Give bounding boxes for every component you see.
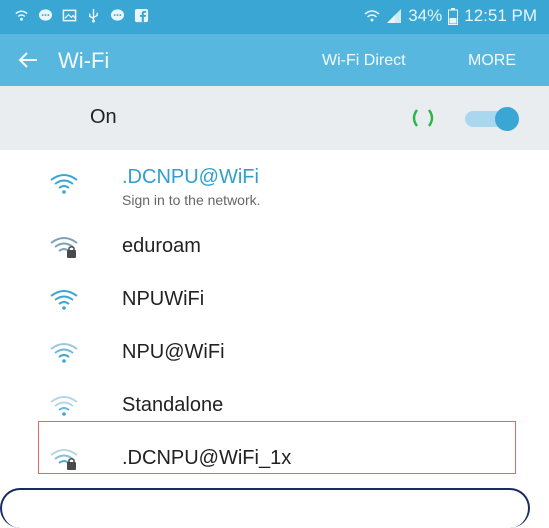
network-name: eduroam bbox=[122, 235, 201, 257]
status-bar: 34% 12:51 PM bbox=[0, 0, 549, 34]
wifi-settings-screen: 34% 12:51 PM Wi-Fi Wi-Fi Direct MORE On … bbox=[0, 0, 549, 528]
network-name: NPU@WiFi bbox=[122, 341, 225, 363]
wifi-signal-icon bbox=[50, 343, 78, 363]
network-item[interactable]: eduroam bbox=[0, 220, 549, 273]
wifi-signal-icon bbox=[50, 290, 78, 310]
back-arrow-icon[interactable] bbox=[16, 48, 40, 72]
clock: 12:51 PM bbox=[464, 6, 537, 25]
system-status: 34% 12:51 PM bbox=[364, 6, 537, 26]
gallery-icon bbox=[62, 9, 77, 22]
signal-icon bbox=[387, 9, 402, 23]
network-item[interactable]: .DCNPU@WiFi_1x bbox=[0, 432, 549, 485]
usb-icon bbox=[89, 8, 98, 23]
more-button[interactable]: MORE bbox=[468, 52, 516, 70]
page-title: Wi-Fi bbox=[58, 48, 110, 73]
toggle-label: On bbox=[90, 106, 117, 128]
network-item[interactable]: .DCNPU@WiFi Sign in to the network. bbox=[0, 150, 549, 220]
network-item[interactable]: NPUWiFi bbox=[0, 273, 549, 326]
network-name: NPUWiFi bbox=[122, 288, 205, 310]
wifi-lock-icon bbox=[50, 237, 78, 258]
network-name: .DCNPU@WiFi_1x bbox=[122, 447, 292, 469]
battery-percent: 34% bbox=[408, 6, 443, 25]
message-icon bbox=[38, 9, 53, 21]
facebook-icon bbox=[134, 8, 149, 23]
network-item[interactable]: Standalone bbox=[0, 379, 549, 432]
wifi-direct-button[interactable]: Wi-Fi Direct bbox=[322, 52, 406, 70]
battery-icon bbox=[448, 7, 459, 25]
message-icon bbox=[110, 9, 125, 21]
wifi-toggle-row[interactable]: On bbox=[0, 86, 549, 150]
wifi-lock-icon bbox=[50, 449, 78, 470]
wifi-status-icon bbox=[364, 10, 380, 22]
callout-border bbox=[0, 488, 530, 528]
wifi-switch[interactable] bbox=[465, 107, 523, 131]
wifi-signal-icon bbox=[50, 396, 78, 416]
app-bar: Wi-Fi Wi-Fi Direct MORE bbox=[0, 34, 549, 86]
network-name: Standalone bbox=[122, 394, 224, 416]
network-status: Sign in to the network. bbox=[122, 192, 261, 208]
scanning-icon bbox=[412, 109, 434, 127]
network-item[interactable]: NPU@WiFi bbox=[0, 326, 549, 379]
notification-icons bbox=[14, 8, 149, 23]
wifi-signal-icon bbox=[50, 174, 78, 194]
switch-knob bbox=[495, 107, 519, 131]
wifi-calling-icon bbox=[15, 10, 28, 21]
network-name: .DCNPU@WiFi bbox=[122, 166, 259, 188]
